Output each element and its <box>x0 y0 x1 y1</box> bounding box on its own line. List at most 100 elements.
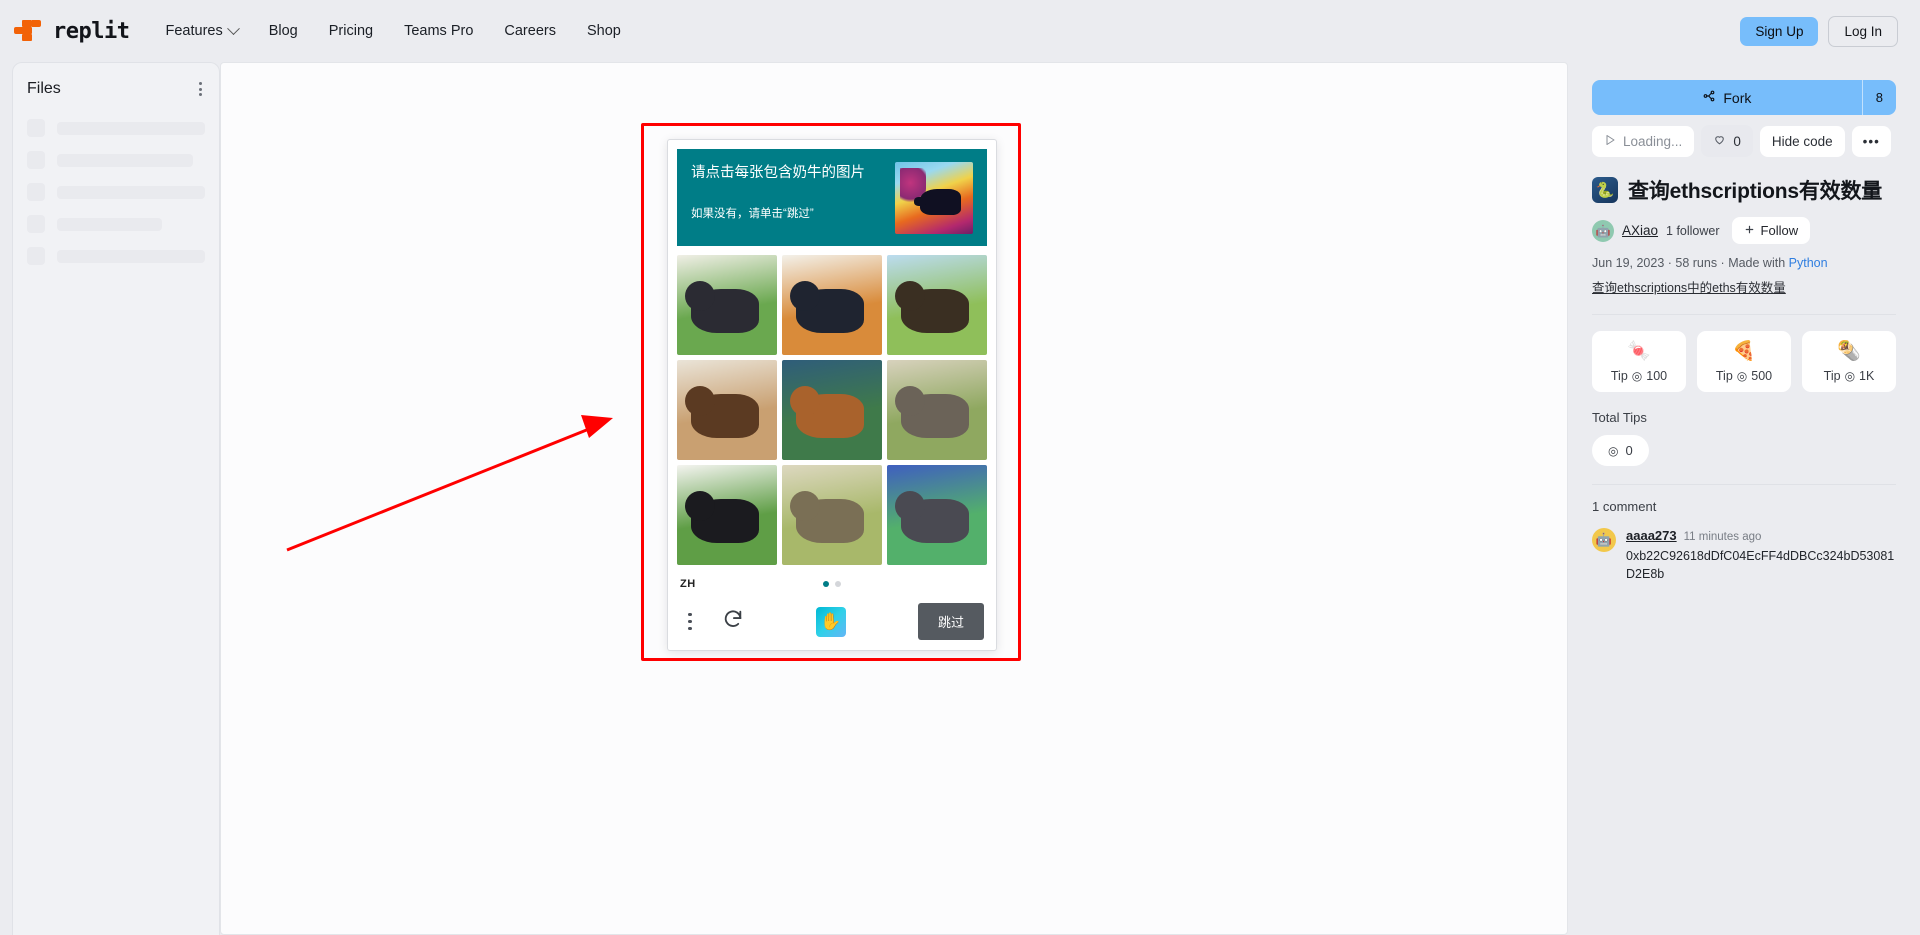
replit-logo[interactable]: replit <box>22 19 129 44</box>
captcha-tile-1[interactable] <box>677 255 777 355</box>
tip-label: Tip ◎ 500 <box>1716 369 1772 383</box>
cycles-icon: ◎ <box>1845 369 1855 383</box>
nav-item-teams-pro[interactable]: Teams Pro <box>404 23 473 39</box>
cycles-icon: ◎ <box>1737 369 1747 383</box>
nav-item-shop[interactable]: Shop <box>587 23 621 39</box>
hcaptcha-widget: 请点击每张包含奶牛的图片 如果没有，请单击“跳过” ZH <box>667 139 997 651</box>
tip-text: Tip <box>1611 369 1628 383</box>
tip-text: Tip <box>1716 369 1733 383</box>
captcha-kebab-menu-icon[interactable] <box>680 609 700 635</box>
captcha-controls-row: ✋ 跳过 <box>680 603 984 640</box>
nav-item-careers[interactable]: Careers <box>504 23 556 39</box>
plus-icon <box>1744 223 1755 238</box>
primary-nav-links: Features Blog Pricing Teams Pro Careers … <box>165 23 620 39</box>
total-tips-amount: 0 <box>1625 443 1632 458</box>
comment-item: 🤖 aaaa273 11 minutes ago 0xb22C92618dDfC… <box>1592 528 1896 583</box>
repl-title-row: 🐍 查询ethscriptions有效数量 <box>1592 175 1896 205</box>
captcha-tile-6[interactable] <box>887 360 987 460</box>
total-tips-value: ◎ 0 <box>1592 435 1649 466</box>
tip-text: Tip <box>1824 369 1841 383</box>
captcha-tile-3[interactable] <box>887 255 987 355</box>
dog-portrait-painting-head <box>685 386 715 416</box>
run-button-label: Loading... <box>1623 134 1682 149</box>
comment-timestamp: 11 minutes ago <box>1684 531 1762 543</box>
captcha-tile-7[interactable] <box>677 465 777 565</box>
nav-item-features[interactable]: Features <box>165 23 237 39</box>
captcha-tile-2[interactable] <box>782 255 882 355</box>
file-skeleton-row <box>27 215 205 233</box>
heart-icon <box>1713 133 1726 149</box>
log-in-button[interactable]: Log In <box>1828 16 1898 47</box>
captcha-tile-4[interactable] <box>677 360 777 460</box>
files-sidebar: Files <box>12 62 220 935</box>
burrito-icon: 🌯 <box>1837 342 1861 361</box>
tip-amount: 100 <box>1646 369 1667 383</box>
nav-item-pricing[interactable]: Pricing <box>329 23 373 39</box>
captcha-tile-5[interactable] <box>782 360 882 460</box>
comments-count: 1 comment <box>1592 499 1896 514</box>
like-button[interactable]: 0 <box>1701 125 1753 157</box>
captcha-skip-button[interactable]: 跳过 <box>918 603 984 640</box>
holstein-cow-painting-head <box>685 491 715 521</box>
fork-count[interactable]: 8 <box>1862 80 1896 115</box>
author-name[interactable]: AXiao <box>1622 223 1658 238</box>
candy-icon: 🍬 <box>1627 342 1651 361</box>
play-icon <box>1604 134 1616 149</box>
repl-title: 查询ethscriptions有效数量 <box>1628 175 1882 205</box>
tip-amount: 500 <box>1751 369 1772 383</box>
file-skeleton-row <box>27 119 205 137</box>
sign-up-button[interactable]: Sign Up <box>1740 17 1818 46</box>
fork-button-label: Fork <box>1723 90 1751 106</box>
captcha-prompt-main: 请点击每张包含奶牛的图片 <box>691 164 865 183</box>
follow-button[interactable]: Follow <box>1732 217 1811 244</box>
fork-row: Fork 8 <box>1592 80 1896 115</box>
files-title: Files <box>27 80 61 98</box>
file-icon-placeholder <box>27 151 45 169</box>
follow-button-label: Follow <box>1761 223 1799 238</box>
total-tips-label: Total Tips <box>1592 410 1896 425</box>
tip-button-1K[interactable]: 🌯Tip◎1K <box>1802 331 1896 392</box>
captcha-language-label: ZH <box>680 578 696 590</box>
nav-item-features-label: Features <box>165 23 222 39</box>
replit-logo-icon <box>22 20 44 42</box>
commenter-name[interactable]: aaaa273 <box>1626 528 1677 543</box>
nav-item-blog[interactable]: Blog <box>269 23 298 39</box>
captcha-image-grid <box>668 255 996 571</box>
repl-description: 查询ethscriptions中的eths有效数量 <box>1592 277 1896 315</box>
hide-code-button[interactable]: Hide code <box>1760 126 1845 157</box>
kebab-menu-icon[interactable] <box>196 79 205 99</box>
replit-wordmark: replit <box>53 19 129 44</box>
bernese-dog-painting-head <box>790 281 820 311</box>
hcaptcha-hand-icon[interactable]: ✋ <box>816 607 846 637</box>
python-icon: 🐍 <box>1592 177 1618 203</box>
cycles-icon: ◎ <box>1608 444 1618 458</box>
file-icon-placeholder <box>27 247 45 265</box>
cow-in-field-painting-head <box>895 281 925 311</box>
file-name-placeholder <box>57 250 205 263</box>
captcha-tile-9[interactable] <box>887 465 987 565</box>
tip-button-100[interactable]: 🍬Tip◎100 <box>1592 331 1686 392</box>
commenter-avatar[interactable]: 🤖 <box>1592 528 1616 552</box>
squirrel-painting-head <box>790 386 820 416</box>
file-skeleton-row <box>27 247 205 265</box>
repl-meta-text: Jun 19, 2023 · 58 runs · Made with <box>1592 256 1789 270</box>
captcha-footer: ZH ✋ 跳过 <box>668 571 996 650</box>
tip-button-500[interactable]: 🍕Tip◎500 <box>1697 331 1791 392</box>
app-body: Files 请点击每张包含奶牛的图片 如果没有，请单击“跳过” <box>0 62 1920 935</box>
cow-head-painting-head <box>685 281 715 311</box>
file-skeleton-row <box>27 183 205 201</box>
fork-button[interactable]: Fork <box>1592 80 1862 115</box>
comment-body: 0xb22C92618dDfC04EcFF4dDBCc324bD53081D2E… <box>1626 547 1896 583</box>
file-list-skeleton <box>27 119 205 265</box>
run-button[interactable]: Loading... <box>1592 126 1694 157</box>
follower-count: 1 follower <box>1666 224 1720 238</box>
file-name-placeholder <box>57 218 162 231</box>
captcha-page-indicator <box>823 581 841 587</box>
more-options-button[interactable]: ••• <box>1852 126 1891 157</box>
file-icon-placeholder <box>27 183 45 201</box>
repl-language-link[interactable]: Python <box>1789 256 1828 270</box>
captcha-tile-8[interactable] <box>782 465 882 565</box>
captcha-prompt-sub: 如果没有，请单击“跳过” <box>691 205 865 221</box>
refresh-icon[interactable] <box>722 608 744 635</box>
author-avatar[interactable]: 🤖 <box>1592 220 1614 242</box>
